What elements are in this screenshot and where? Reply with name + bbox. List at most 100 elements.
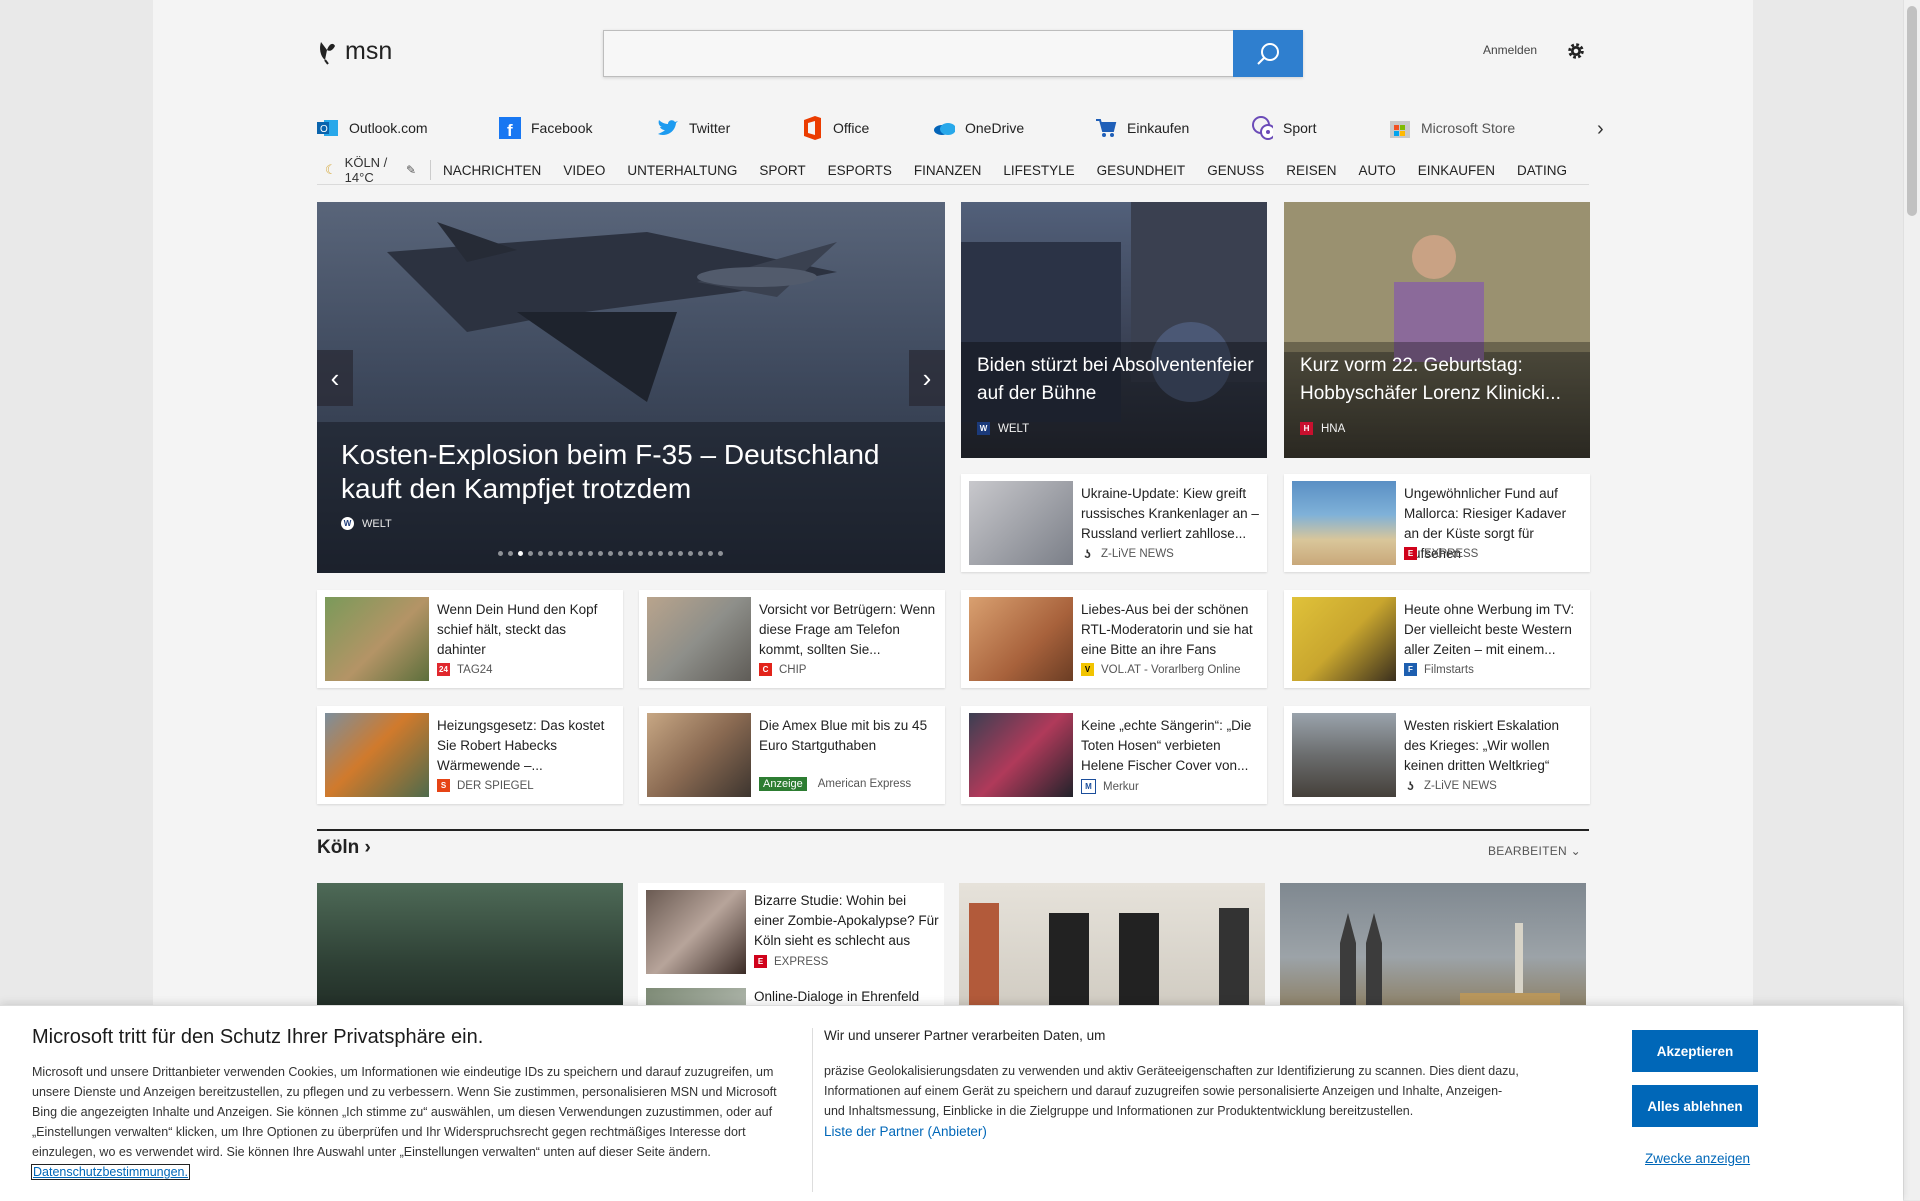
carousel-dot[interactable] [568, 551, 573, 556]
vol-icon: V [1081, 663, 1094, 676]
card-title[interactable]: Bizarre Studie: Wohin bei einer Zombie-A… [754, 891, 939, 951]
edit-section-button[interactable]: BEARBEITEN ⌄ [1488, 844, 1581, 858]
card-image [325, 713, 429, 797]
privacy-link[interactable]: Datenschutzbestimmungen. [31, 1164, 190, 1180]
nav-dating[interactable]: DATING [1517, 163, 1567, 178]
reject-all-button[interactable]: Alles ablehnen [1632, 1085, 1758, 1127]
carousel-dot[interactable] [528, 551, 533, 556]
tile-source: H HNA [1300, 422, 1345, 435]
nav-gesundheit[interactable]: GESUNDHEIT [1097, 163, 1186, 178]
vertical-scrollbar[interactable] [1903, 0, 1920, 1200]
category-nav: ☾ KÖLN / 14°C ✎ NACHRICHTEN VIDEO UNTERH… [317, 155, 1589, 185]
carousel-dot[interactable] [618, 551, 623, 556]
card-source: M Merkur [1081, 779, 1139, 794]
consent-title: Microsoft tritt für den Schutz Ihrer Pri… [32, 1026, 484, 1048]
carousel-dot[interactable] [718, 551, 723, 556]
quicklink-facebook[interactable]: f Facebook [499, 117, 592, 139]
carousel-dot[interactable] [648, 551, 653, 556]
nav-lifestyle[interactable]: LIFESTYLE [1003, 163, 1074, 178]
carousel-dot[interactable] [548, 551, 553, 556]
partner-list-link[interactable]: Liste der Partner (Anbieter) [824, 1124, 987, 1139]
card-source: 24 TAG24 [437, 663, 493, 676]
carousel-dot[interactable] [638, 551, 643, 556]
koeln-image-tile[interactable] [317, 883, 623, 1018]
carousel-dot[interactable] [518, 551, 523, 556]
card-title[interactable]: Online-Dialoge in Ehrenfeld [754, 989, 919, 1004]
carousel-dot[interactable] [608, 551, 613, 556]
hero-title[interactable]: Kosten-Explosion beim F-35 – Deutschland… [341, 438, 921, 506]
carousel-dot[interactable] [628, 551, 633, 556]
search-input[interactable] [604, 31, 1248, 74]
news-card[interactable]: Liebes-Aus bei der schönen RTL-Moderator… [961, 590, 1267, 688]
msn-logo[interactable]: msn [317, 36, 392, 66]
koeln-image-tile[interactable] [1280, 883, 1586, 1018]
news-card[interactable]: Die Amex Blue mit bis zu 45 Euro Startgu… [639, 706, 945, 804]
express-icon: E [1404, 547, 1417, 560]
quicklink-microsoft-store[interactable]: Microsoft Store [1389, 117, 1515, 139]
carousel-dot[interactable] [508, 551, 513, 556]
quicklink-twitter[interactable]: Twitter [657, 117, 730, 139]
svg-text:f: f [507, 121, 513, 139]
quicklink-onedrive[interactable]: OneDrive [933, 117, 1024, 139]
big-tile-biden[interactable]: Biden stürzt bei Absolventenfeier auf de… [961, 202, 1267, 458]
news-card[interactable]: Westen riskiert Eskalation des Krieges: … [1284, 706, 1590, 804]
spiegel-icon: S [437, 779, 450, 792]
carousel-dot[interactable] [538, 551, 543, 556]
carousel-dot[interactable] [668, 551, 673, 556]
quicklink-office[interactable]: Office [801, 116, 869, 140]
carousel-dot[interactable] [678, 551, 683, 556]
koeln-image-tile[interactable] [959, 883, 1265, 1018]
weather-widget[interactable]: ☾ KÖLN / 14°C ✎ [317, 155, 432, 185]
signin-link[interactable]: Anmelden [1483, 43, 1537, 57]
merkur-icon: M [1081, 779, 1096, 794]
nav-unterhaltung[interactable]: UNTERHALTUNG [627, 163, 737, 178]
news-card[interactable]: Keine „echte Sängerin“: „Die Toten Hosen… [961, 706, 1267, 804]
nav-nachrichten[interactable]: NACHRICHTEN [443, 163, 541, 178]
nav-reisen[interactable]: REISEN [1286, 163, 1336, 178]
news-card[interactable]: Heute ohne Werbung im TV: Der vielleicht… [1284, 590, 1590, 688]
nav-esports[interactable]: ESPORTS [828, 163, 892, 178]
nav-genuss[interactable]: GENUSS [1207, 163, 1264, 178]
card-source: C CHIP [759, 663, 806, 676]
carousel-dot[interactable] [588, 551, 593, 556]
show-purposes-link[interactable]: Zwecke anzeigen [1645, 1151, 1750, 1166]
cart-icon [1095, 117, 1117, 139]
hero-next-arrow[interactable]: › [909, 350, 945, 406]
nav-auto[interactable]: AUTO [1358, 163, 1395, 178]
carousel-dot[interactable] [558, 551, 563, 556]
news-card[interactable]: Ukraine-Update: Kiew greift russisches K… [961, 474, 1267, 572]
carousel-dot[interactable] [688, 551, 693, 556]
quicklink-outlook[interactable]: O Outlook.com [317, 117, 428, 139]
carousel-dot[interactable] [698, 551, 703, 556]
scrollbar-thumb[interactable] [1907, 6, 1917, 216]
nav-video[interactable]: VIDEO [563, 163, 605, 178]
hero-carousel[interactable]: ‹ › Kosten-Explosion beim F-35 – Deutsch… [317, 202, 945, 573]
pencil-icon[interactable]: ✎ [406, 163, 416, 177]
card-image [1292, 597, 1396, 681]
section-title-koeln[interactable]: Köln › [317, 837, 371, 859]
news-card[interactable]: Ungewöhnlicher Fund auf Mallorca: Riesig… [1284, 474, 1590, 572]
news-card[interactable]: Wenn Dein Hund den Kopf schief hält, ste… [317, 590, 623, 688]
quicklinks-next-arrow[interactable]: › [1597, 118, 1604, 141]
quicklink-sport[interactable]: Sport [1251, 116, 1316, 140]
nav-sport[interactable]: SPORT [759, 163, 805, 178]
card-source: E EXPRESS [1404, 547, 1478, 560]
carousel-dot[interactable] [598, 551, 603, 556]
quicklink-einkaufen[interactable]: Einkaufen [1095, 117, 1189, 139]
carousel-dot[interactable] [708, 551, 713, 556]
news-card[interactable]: Heizungsgesetz: Das kostet Sie Robert Ha… [317, 706, 623, 804]
nav-finanzen[interactable]: FINANZEN [914, 163, 982, 178]
nav-einkaufen[interactable]: EINKAUFEN [1418, 163, 1495, 178]
sport-icon [1251, 116, 1273, 140]
search-box[interactable] [603, 30, 1303, 77]
accept-button[interactable]: Akzeptieren [1632, 1030, 1758, 1072]
carousel-dot[interactable] [578, 551, 583, 556]
hero-prev-arrow[interactable]: ‹ [317, 350, 353, 406]
news-card[interactable]: Vorsicht vor Betrügern: Wenn diese Frage… [639, 590, 945, 688]
search-button[interactable] [1233, 30, 1303, 77]
big-tile-lorenz[interactable]: Kurz vorm 22. Geburtstag: Hobbyschäfer L… [1284, 202, 1590, 458]
gear-icon[interactable] [1565, 40, 1587, 62]
welt-icon: W [341, 517, 354, 530]
carousel-dot[interactable] [498, 551, 503, 556]
carousel-dot[interactable] [658, 551, 663, 556]
